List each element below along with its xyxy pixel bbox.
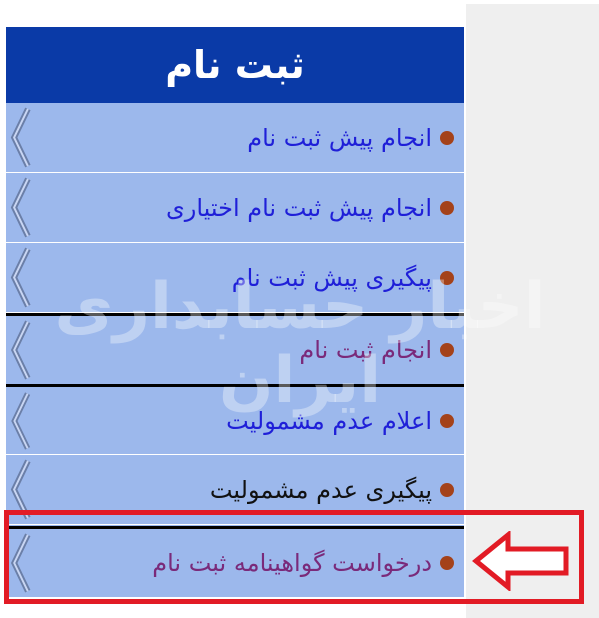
separator [6, 384, 464, 387]
chevron-left-icon [10, 320, 31, 380]
chevron-left-icon [10, 177, 31, 238]
menu-item-label: پیگیری عدم مشمولیت [209, 475, 432, 504]
bullet-dot-icon [440, 270, 454, 285]
menu-item-optional-pre-registration[interactable]: انجام پیش ثبت نام اختیاری [6, 173, 464, 243]
arrow-left-outline-icon [472, 531, 569, 591]
chevron-left-icon [10, 247, 31, 308]
bullet-dot-icon [440, 414, 454, 428]
chevron-left-icon [11, 392, 31, 450]
bullet-dot-icon [440, 343, 454, 357]
menu-item-label: انجام پیش ثبت نام [247, 123, 432, 152]
bullet-dot-icon [440, 482, 454, 497]
menu-item-pre-registration[interactable]: انجام پیش ثبت نام [6, 103, 464, 173]
separator [6, 313, 464, 316]
menu-item-label: پیگیری پیش ثبت نام [231, 263, 432, 292]
menu-item-label: انجام پیش ثبت نام اختیاری [165, 193, 432, 222]
menu-item-label: اعلام عدم مشمولیت [226, 407, 432, 435]
bullet-dot-icon [440, 200, 454, 215]
menu-item-label: انجام ثبت نام [299, 336, 432, 364]
menu-item-registration[interactable]: انجام ثبت نام [6, 316, 464, 385]
bullet-dot-icon [440, 130, 454, 145]
menu-item-declare-non-inclusion[interactable]: اعلام عدم مشمولیت [6, 388, 464, 455]
menu-item-track-pre-registration[interactable]: پیگیری پیش ثبت نام [6, 243, 464, 313]
chevron-left-icon [10, 107, 31, 168]
menu-title: ثبت نام [6, 27, 464, 103]
